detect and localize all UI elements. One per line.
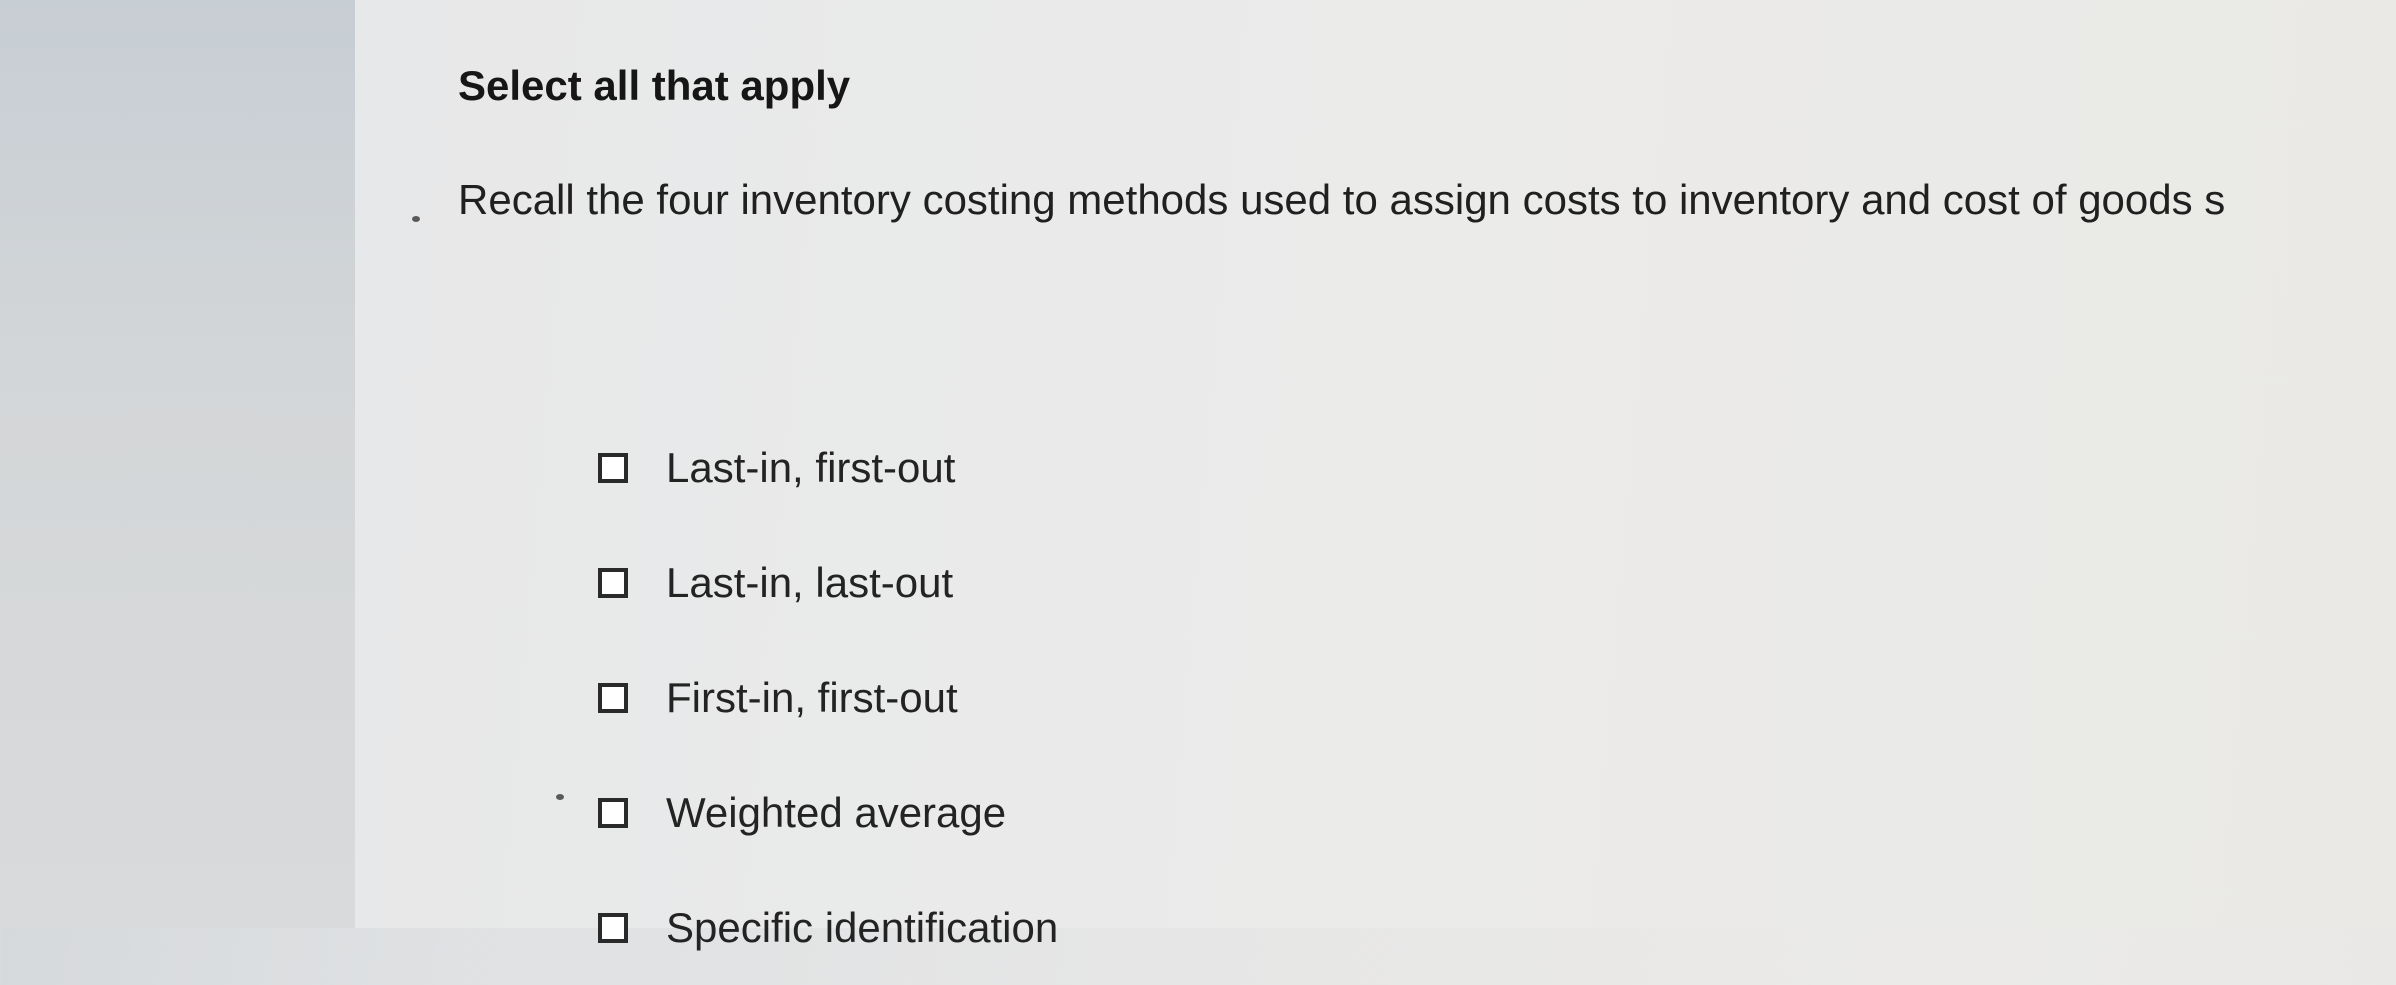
answer-options: Last-in, first-out Last-in, last-out Fir… xyxy=(598,410,1058,985)
checkbox[interactable] xyxy=(598,682,628,713)
checkbox[interactable] xyxy=(598,797,628,828)
question-prompt: Recall the four inventory costing method… xyxy=(458,176,2226,223)
option-lilo[interactable]: Last-in, last-out xyxy=(598,525,1058,640)
option-label: Weighted average xyxy=(666,788,1007,836)
option-fifo[interactable]: First-in, first-out xyxy=(598,640,1058,755)
option-label: Last-in, first-out xyxy=(666,443,956,491)
option-weighted-average[interactable]: Weighted average xyxy=(598,755,1058,870)
option-label: Last-in, last-out xyxy=(666,558,954,606)
instruction-text: Select all that apply xyxy=(458,62,851,109)
checkbox[interactable] xyxy=(598,452,628,483)
bullet-marker xyxy=(556,794,564,800)
option-lifo[interactable]: Last-in, first-out xyxy=(598,410,1058,525)
option-label: First-in, first-out xyxy=(666,673,958,721)
checkbox[interactable] xyxy=(598,567,628,598)
left-margin-panel xyxy=(0,0,355,928)
bullet-marker xyxy=(412,216,420,222)
